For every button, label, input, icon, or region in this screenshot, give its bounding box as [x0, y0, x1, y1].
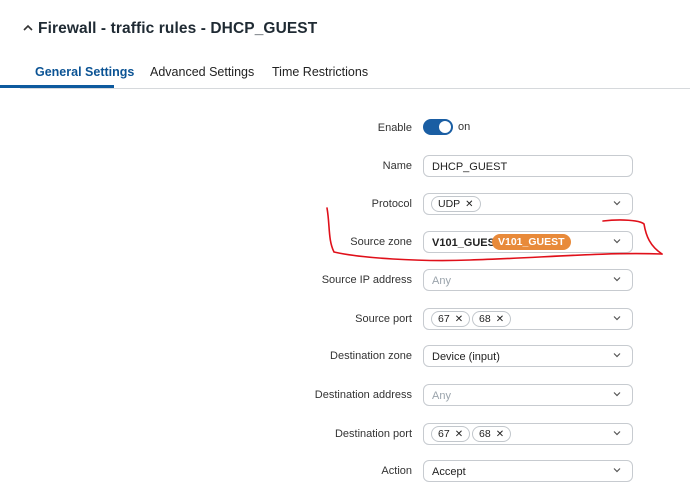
close-icon[interactable]: ✕ [496, 314, 504, 325]
source-ip-placeholder: Any [432, 275, 451, 287]
destination-port-chip: 68 ✕ [472, 426, 512, 442]
chevron-down-icon[interactable] [612, 313, 622, 326]
destination-address-placeholder: Any [432, 390, 451, 402]
destination-zone-value: Device (input) [432, 351, 500, 363]
close-icon[interactable]: ✕ [455, 429, 463, 440]
action-value: Accept [432, 466, 466, 478]
chip-label: 68 [479, 313, 491, 325]
source-zone-label: Source zone [350, 236, 412, 248]
protocol-chip-udp: UDP ✕ [431, 196, 481, 212]
chevron-down-icon[interactable] [612, 428, 622, 441]
source-ip-label: Source IP address [321, 274, 412, 286]
name-input[interactable]: DHCP_GUEST [423, 155, 633, 177]
active-tab-indicator [0, 85, 114, 88]
chevron-down-icon[interactable] [612, 236, 622, 249]
protocol-select[interactable]: UDP ✕ [423, 193, 633, 215]
chevron-down-icon[interactable] [612, 389, 622, 402]
chip-label: 67 [438, 428, 450, 440]
chevron-down-icon[interactable] [612, 274, 622, 287]
source-port-label: Source port [355, 313, 412, 325]
source-port-chip: 68 ✕ [472, 311, 512, 327]
tab-advanced-settings[interactable]: Advanced Settings [150, 62, 254, 88]
chip-label: UDP [438, 198, 461, 210]
close-icon[interactable]: ✕ [496, 429, 504, 440]
action-label: Action [381, 465, 412, 477]
close-icon[interactable]: ✕ [465, 199, 473, 210]
destination-address-select[interactable]: Any [423, 384, 633, 406]
tab-time-restrictions[interactable]: Time Restrictions [272, 62, 368, 88]
chevron-up-icon[interactable] [20, 22, 36, 38]
chip-label: 67 [438, 313, 450, 325]
destination-address-label: Destination address [314, 389, 412, 401]
source-port-chip: 67 ✕ [431, 311, 471, 327]
page-title: Firewall - traffic rules - DHCP_GUEST [38, 20, 318, 37]
action-select[interactable]: Accept [423, 460, 633, 482]
enable-toggle[interactable] [423, 119, 453, 135]
protocol-label: Protocol [371, 198, 412, 210]
name-value: DHCP_GUEST [432, 161, 508, 173]
source-ip-select[interactable]: Any [423, 269, 633, 291]
toggle-knob [439, 121, 451, 133]
chevron-down-icon[interactable] [612, 198, 622, 211]
chevron-down-icon[interactable] [612, 350, 622, 363]
destination-zone-label: Destination zone [330, 350, 412, 362]
zone-badge: V101_GUEST [492, 234, 571, 250]
section-header: Firewall - traffic rules - DHCP_GUEST [0, 0, 690, 62]
destination-zone-select[interactable]: Device (input) [423, 345, 633, 367]
name-label: Name [382, 160, 412, 172]
destination-port-chip: 67 ✕ [431, 426, 471, 442]
chip-label: 68 [479, 428, 491, 440]
destination-port-label: Destination port [334, 428, 412, 440]
chevron-down-icon[interactable] [612, 465, 622, 478]
source-port-select[interactable]: 67 ✕ 68 ✕ [423, 308, 633, 330]
enable-state-label: on [458, 121, 471, 133]
enable-label: Enable [377, 122, 412, 134]
tab-bar: General Settings Advanced Settings Time … [20, 62, 690, 89]
close-icon[interactable]: ✕ [455, 314, 463, 325]
source-zone-select[interactable]: V101_GUEST: V101_GUEST [423, 231, 633, 253]
destination-port-select[interactable]: 67 ✕ 68 ✕ [423, 423, 633, 445]
